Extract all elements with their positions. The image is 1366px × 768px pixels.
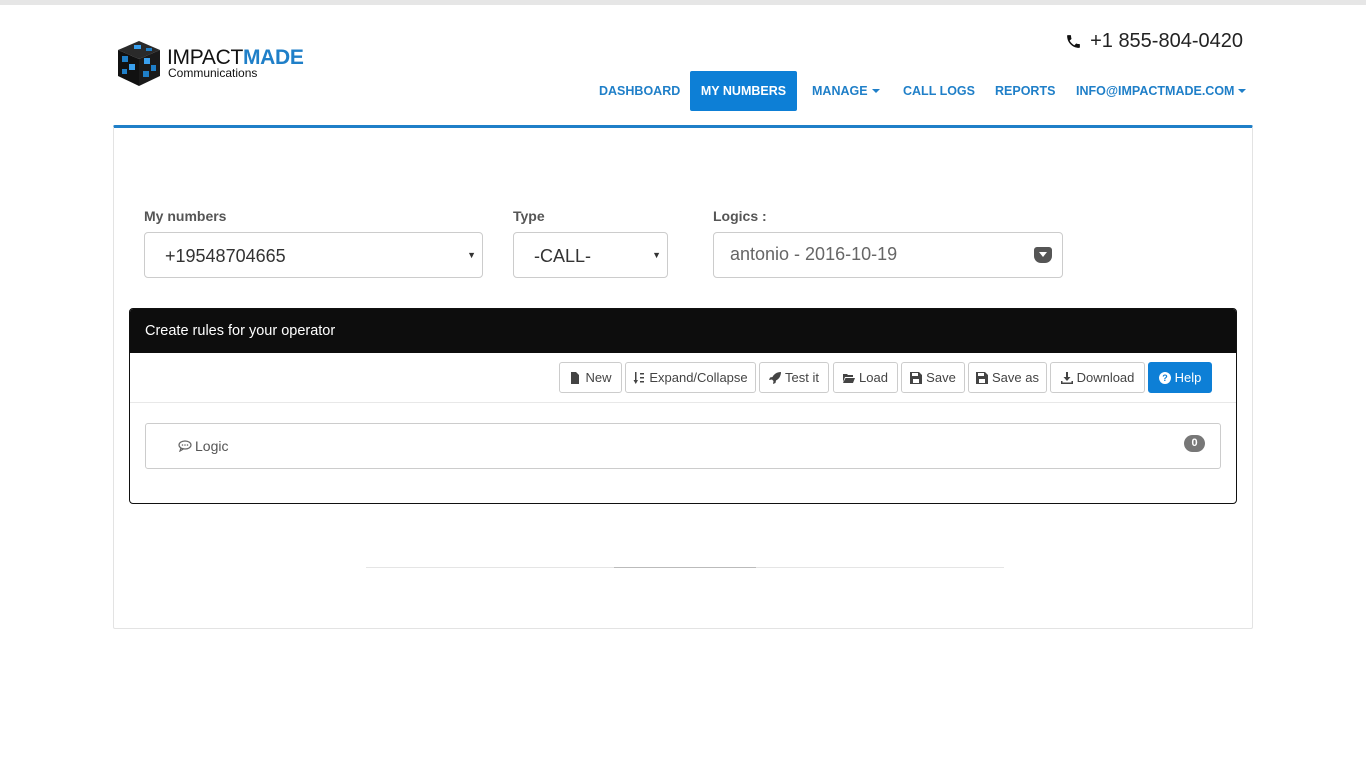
download-button[interactable]: Download (1050, 362, 1145, 393)
logo-wordmark: IMPACTMADE (167, 46, 304, 69)
comment-icon (178, 440, 192, 452)
select-arrow-icon: ▼ (467, 250, 476, 260)
floppy-icon (976, 371, 988, 384)
save-as-label: Save as (992, 370, 1039, 385)
load-label: Load (859, 370, 888, 385)
rocket-icon (769, 371, 782, 384)
load-button[interactable]: Load (833, 362, 898, 393)
rules-panel: Create rules for your operator New Expan… (129, 308, 1237, 504)
top-strip (0, 0, 1366, 5)
dropdown-toggle-icon[interactable] (1034, 247, 1052, 263)
question-circle-icon: ? (1158, 371, 1171, 384)
my-numbers-select[interactable]: +19548704665 ▼ (144, 232, 483, 278)
new-label: New (585, 370, 612, 385)
expand-collapse-button[interactable]: Expand/Collapse (625, 362, 756, 393)
save-button[interactable]: Save (901, 362, 965, 393)
logics-value: antonio - 2016-10-19 (730, 244, 898, 264)
type-value: -CALL- (534, 246, 592, 266)
nav-manage-label: MANAGE (812, 84, 868, 98)
download-icon (1060, 371, 1073, 384)
nav-my-numbers[interactable]: MY NUMBERS (690, 71, 797, 111)
floppy-icon (910, 371, 923, 384)
main-nav: DASHBOARD MY NUMBERS MANAGE CALL LOGS RE… (0, 71, 1366, 111)
logic-list-item[interactable]: Logic 0 (145, 423, 1221, 469)
help-label: Help (1174, 370, 1202, 385)
logic-count-badge: 0 (1184, 435, 1205, 452)
test-it-button[interactable]: Test it (759, 362, 829, 393)
nav-reports[interactable]: REPORTS (995, 71, 1055, 111)
nav-dashboard[interactable]: DASHBOARD (599, 71, 680, 111)
expand-collapse-label: Expand/Collapse (649, 370, 748, 385)
panel-toolbar: New Expand/Collapse Test it Load Save Sa… (130, 353, 1236, 403)
logic-label: Logic (178, 438, 228, 454)
svg-text:?: ? (1162, 373, 1168, 383)
folder-open-icon (843, 373, 856, 383)
phone-number: +1 855-804-0420 (1090, 30, 1243, 52)
save-label: Save (926, 370, 956, 385)
phone-icon (1067, 35, 1080, 48)
logic-label-text: Logic (195, 438, 229, 454)
nav-call-logs[interactable]: CALL LOGS (903, 71, 975, 111)
nav-account[interactable]: INFO@IMPACTMADE.COM (1076, 71, 1247, 111)
new-button[interactable]: New (559, 362, 622, 393)
divider-accent (614, 567, 756, 568)
header-phone: +1 855-804-0420 (1065, 30, 1243, 53)
my-numbers-label: My numbers (144, 208, 227, 224)
nav-manage[interactable]: MANAGE (812, 71, 880, 111)
logics-label: Logics : (713, 208, 767, 224)
download-label: Download (1076, 370, 1135, 385)
nav-account-label: INFO@IMPACTMADE.COM (1076, 84, 1235, 98)
type-select[interactable]: -CALL- ▼ (513, 232, 668, 278)
select-arrow-icon: ▼ (652, 250, 661, 260)
help-button[interactable]: ? Help (1148, 362, 1212, 393)
sort-icon (633, 371, 645, 384)
caret-down-icon (871, 88, 880, 93)
type-label: Type (513, 208, 545, 224)
file-icon (571, 371, 580, 384)
panel-title: Create rules for your operator (130, 309, 1236, 353)
my-numbers-value: +19548704665 (165, 246, 286, 266)
save-as-button[interactable]: Save as (968, 362, 1047, 393)
logics-select[interactable]: antonio - 2016-10-19 (713, 232, 1063, 278)
test-it-label: Test it (785, 370, 819, 385)
caret-down-icon (1238, 88, 1247, 93)
